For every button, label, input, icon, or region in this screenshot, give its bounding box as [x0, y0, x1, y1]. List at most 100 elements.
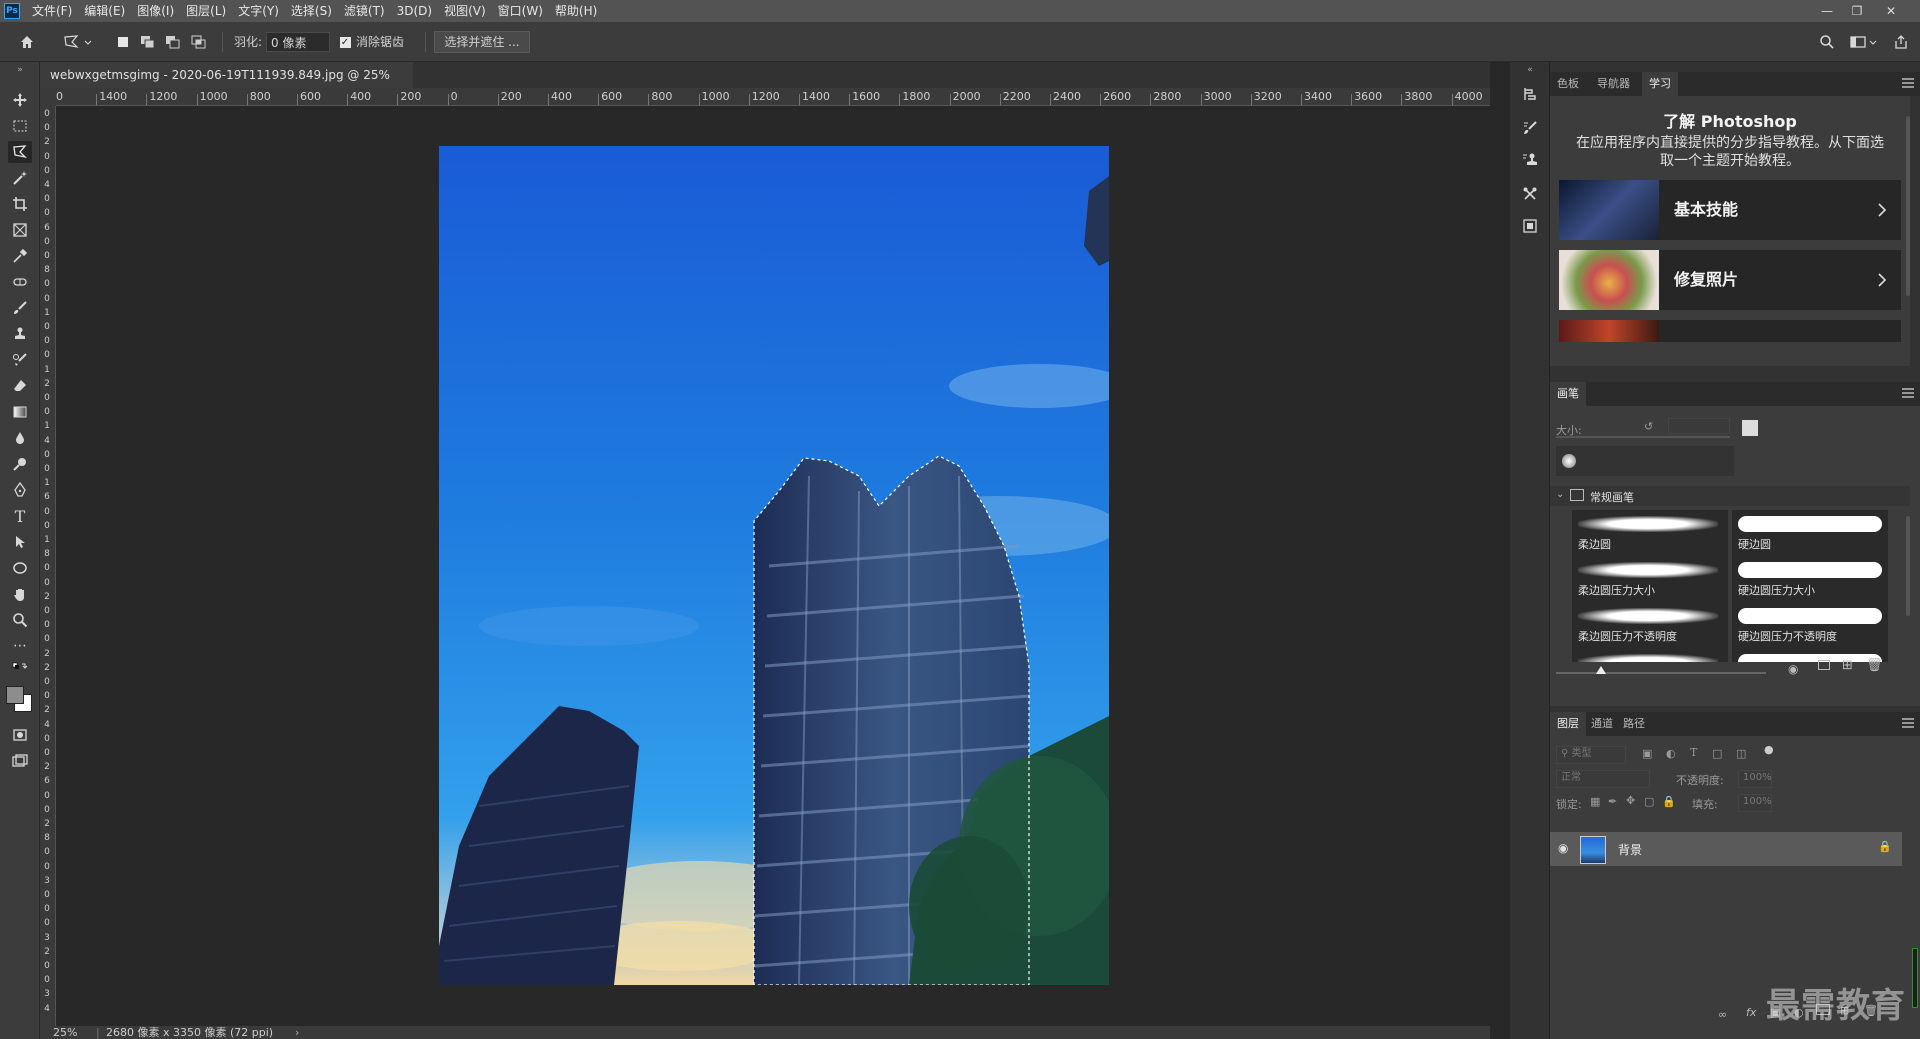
eraser-tool-icon[interactable]: [8, 375, 32, 397]
link-layers-icon[interactable]: ∞: [1718, 1008, 1727, 1021]
filter-toggle-icon[interactable]: ●: [1764, 743, 1774, 756]
swap-colors-icon[interactable]: [8, 661, 32, 675]
brush-preset[interactable]: 柔边圆: [1572, 510, 1728, 556]
select-and-mask-button[interactable]: 选择并遮住 ...: [434, 31, 530, 53]
pixel-filter-icon[interactable]: ▣: [1642, 747, 1652, 760]
dodge-tool-icon[interactable]: [8, 453, 32, 475]
ellipse-tool-icon[interactable]: [8, 557, 32, 579]
fill-input[interactable]: 100%: [1738, 794, 1772, 812]
lock-position-icon[interactable]: ✥: [1626, 794, 1635, 807]
brush-scrollbar[interactable]: [1906, 516, 1910, 616]
tab-swatches[interactable]: 色板: [1550, 72, 1586, 96]
antialias-checkbox[interactable]: ✓: [338, 31, 352, 53]
panel-menu-icon[interactable]: [1902, 78, 1914, 88]
polygon-lasso-preset-icon[interactable]: [60, 31, 96, 53]
brush-preset[interactable]: 柔边圆压力大小: [1572, 556, 1728, 602]
learn-card-basic-skills[interactable]: 基本技能: [1559, 180, 1901, 240]
menu-file[interactable]: 文件(F): [26, 0, 78, 22]
type-tool-icon[interactable]: T: [8, 505, 32, 527]
adjustment-filter-icon[interactable]: ◐: [1666, 747, 1676, 760]
history-brush-tool-icon[interactable]: [8, 349, 32, 371]
ruler-origin[interactable]: [40, 88, 56, 106]
learn-card-partial[interactable]: [1559, 320, 1901, 342]
tab-paths[interactable]: 路径: [1616, 712, 1652, 736]
path-selection-tool-icon[interactable]: [8, 531, 32, 553]
stamp-tool-icon[interactable]: [8, 323, 32, 345]
brush-settings-icon[interactable]: [1742, 420, 1758, 436]
brush-preset[interactable]: 柔边圆压力不透明度: [1572, 602, 1728, 648]
tab-learn[interactable]: 学习: [1642, 72, 1678, 96]
menu-layer[interactable]: 图层(L): [180, 0, 232, 22]
menu-3d[interactable]: 3D(D): [391, 0, 438, 22]
brush-group-header[interactable]: ⌄ 常规画笔: [1550, 486, 1910, 506]
lock-transparent-icon[interactable]: ▦: [1590, 795, 1600, 808]
menu-filter[interactable]: 滤镜(T): [338, 0, 391, 22]
trash-icon[interactable]: 🗑: [1866, 658, 1883, 673]
new-selection-icon[interactable]: [112, 31, 134, 53]
brush-preset[interactable]: 硬边圆压力不透明度: [1732, 602, 1888, 648]
tab-navigator[interactable]: 导航器: [1590, 72, 1637, 96]
search-icon[interactable]: [1816, 31, 1838, 53]
share-icon[interactable]: [1890, 31, 1912, 53]
opacity-input[interactable]: 100%: [1738, 770, 1772, 788]
brush-settings-panel-icon[interactable]: [1518, 116, 1542, 140]
clone-source-panel-icon[interactable]: [1518, 148, 1542, 172]
layer-row-background[interactable]: ◉ 背景 🔒: [1550, 832, 1902, 866]
learn-scrollbar[interactable]: [1906, 116, 1910, 296]
zoom-level[interactable]: 25%: [53, 1026, 77, 1039]
brush-tool-icon[interactable]: [8, 297, 32, 319]
blend-mode-select[interactable]: 正常: [1556, 770, 1650, 788]
lock-image-icon[interactable]: ✒: [1608, 795, 1617, 808]
intersect-selection-icon[interactable]: [188, 31, 210, 53]
feather-input[interactable]: 0 像素: [266, 32, 330, 52]
menu-type[interactable]: 文字(Y): [232, 0, 285, 22]
panel-menu-icon[interactable]: [1902, 388, 1914, 398]
tab-brushes[interactable]: 画笔: [1550, 382, 1586, 406]
layer-style-fx-icon[interactable]: fx: [1746, 1006, 1756, 1019]
lasso-tool-icon[interactable]: [8, 141, 32, 163]
screen-mode-icon[interactable]: [8, 750, 32, 772]
lock-artboard-icon[interactable]: ▢: [1644, 795, 1654, 808]
learn-card-fix-photos[interactable]: 修复照片: [1559, 250, 1901, 310]
brush-preset[interactable]: [1572, 648, 1728, 662]
new-group-folder-icon[interactable]: [1818, 660, 1830, 670]
zoom-tool-icon[interactable]: [8, 609, 32, 631]
tool-presets-panel-icon[interactable]: [1518, 182, 1542, 206]
spot-healing-tool-icon[interactable]: [8, 271, 32, 293]
lock-all-icon[interactable]: 🔒: [1662, 795, 1676, 808]
menu-help[interactable]: 帮助(H): [549, 0, 603, 22]
reset-size-icon[interactable]: ↺: [1644, 420, 1653, 433]
expand-dock-icon[interactable]: «: [1518, 64, 1542, 76]
minimize-icon[interactable]: —: [1814, 0, 1840, 22]
menu-edit[interactable]: 编辑(E): [78, 0, 131, 22]
more-tools-icon[interactable]: ⋯: [8, 635, 32, 657]
panel-menu-icon[interactable]: [1902, 718, 1914, 728]
brush-thumbnail-size-slider[interactable]: [1556, 672, 1766, 674]
brush-preset[interactable]: 硬边圆压力大小: [1732, 556, 1888, 602]
smart-object-filter-icon[interactable]: ◫: [1736, 747, 1746, 760]
workspace-icon[interactable]: [1846, 31, 1882, 53]
brush-size-input[interactable]: [1668, 418, 1730, 434]
menu-select[interactable]: 选择(S): [285, 0, 338, 22]
frame-tool-icon[interactable]: [8, 219, 32, 241]
restore-icon[interactable]: ❐: [1844, 0, 1870, 22]
brush-preset[interactable]: 硬边圆: [1732, 510, 1888, 556]
collapse-toolbar-icon[interactable]: »: [8, 64, 32, 76]
foreground-color-swatch-front[interactable]: [6, 686, 24, 704]
info-panel-icon[interactable]: [1518, 214, 1542, 238]
menu-view[interactable]: 视图(V): [438, 0, 492, 22]
marquee-tool-icon[interactable]: [8, 115, 32, 137]
brush-size-slider[interactable]: [1556, 436, 1730, 438]
type-filter-icon[interactable]: T: [1690, 746, 1697, 759]
eye-icon[interactable]: ◉: [1788, 662, 1798, 676]
subtract-selection-icon[interactable]: [162, 31, 184, 53]
close-icon[interactable]: ✕: [1878, 0, 1904, 22]
document-image[interactable]: [439, 146, 1109, 985]
magic-wand-tool-icon[interactable]: [8, 167, 32, 189]
history-panel-icon[interactable]: [1518, 82, 1542, 106]
shape-filter-icon[interactable]: □: [1712, 747, 1722, 760]
add-selection-icon[interactable]: [137, 31, 159, 53]
pen-tool-icon[interactable]: [8, 479, 32, 501]
crop-tool-icon[interactable]: [8, 193, 32, 215]
eyedropper-tool-icon[interactable]: [8, 245, 32, 267]
